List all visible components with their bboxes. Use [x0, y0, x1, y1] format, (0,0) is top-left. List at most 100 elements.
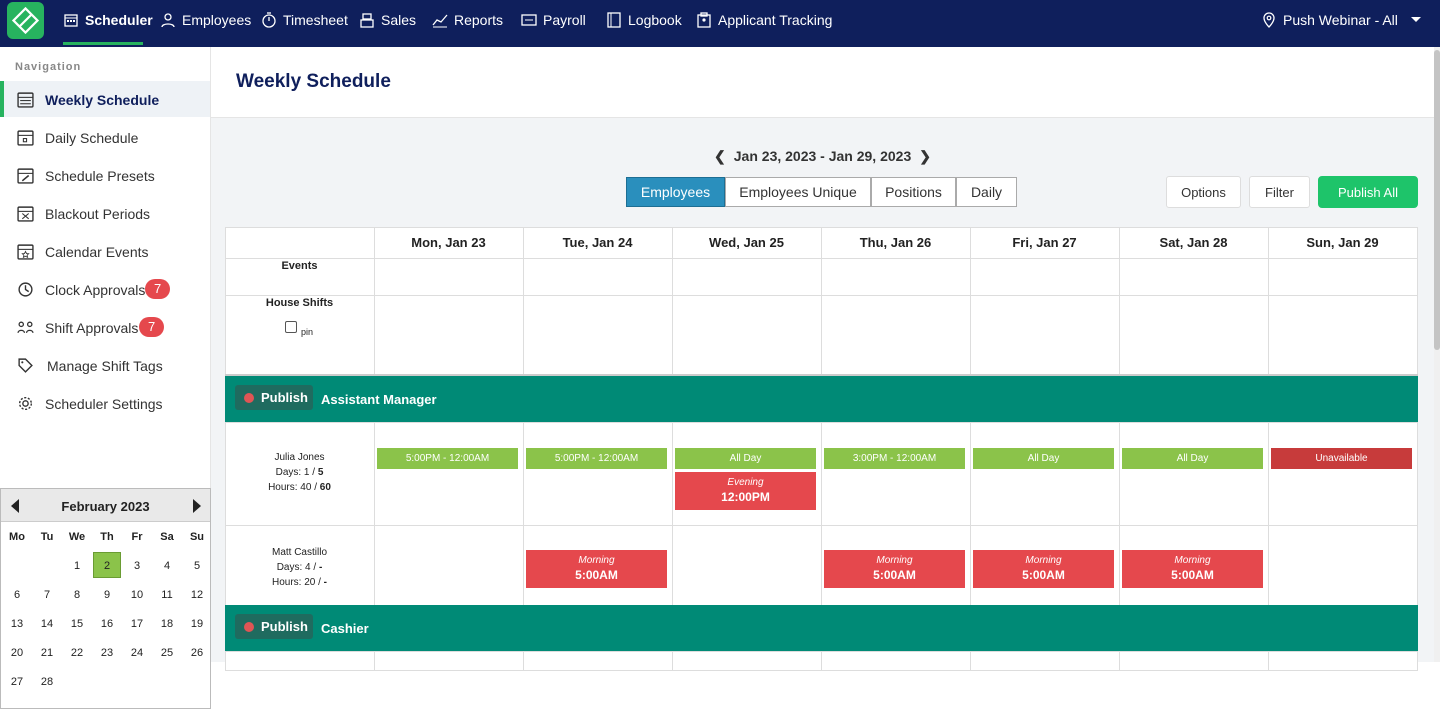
gear-icon — [18, 396, 33, 411]
calendar-day[interactable]: 7 — [32, 589, 62, 601]
view-tab-employees[interactable]: Employees — [626, 177, 725, 207]
options-button[interactable]: Options — [1166, 176, 1241, 208]
sidebar-item-clock-approvals[interactable]: Clock Approvals 7 — [0, 271, 210, 307]
nav-applicant-tracking[interactable]: Applicant Tracking — [696, 0, 832, 40]
calendar-day[interactable]: 16 — [92, 618, 122, 630]
calendar-day[interactable]: 14 — [32, 618, 62, 630]
shift-block[interactable]: Morning 5:00AM — [824, 550, 965, 588]
next-week-icon[interactable]: ❯ — [919, 148, 931, 165]
grid-cell[interactable] — [970, 295, 1120, 375]
sidebar-item-calendar-events[interactable]: Calendar Events — [0, 233, 210, 269]
calendar-day[interactable]: 26 — [182, 647, 212, 659]
nav-timesheet[interactable]: Timesheet — [261, 0, 348, 40]
grid-cell[interactable] — [821, 422, 971, 526]
calendar-day[interactable]: 25 — [152, 647, 182, 659]
calendar-day[interactable]: 24 — [122, 647, 152, 659]
grid-cell[interactable] — [672, 525, 822, 606]
view-tab-employees-unique[interactable]: Employees Unique — [725, 177, 871, 207]
calendar-day[interactable]: 9 — [92, 589, 122, 601]
grid-cell[interactable] — [970, 258, 1120, 296]
sidebar-item-blackout-periods[interactable]: Blackout Periods — [0, 195, 210, 231]
scrollbar-thumb[interactable] — [1434, 50, 1440, 350]
calendar-day[interactable]: 20 — [2, 647, 32, 659]
unavailable-block[interactable]: Unavailable — [1271, 448, 1412, 469]
grid-cell[interactable] — [1119, 422, 1269, 526]
grid-cell[interactable] — [672, 258, 822, 296]
calendar-day[interactable]: 28 — [32, 676, 62, 688]
calendar-day[interactable]: 11 — [152, 589, 182, 601]
calendar-day[interactable]: 19 — [182, 618, 212, 630]
grid-cell[interactable] — [374, 295, 524, 375]
pin-checkbox[interactable] — [285, 321, 297, 333]
location-selector[interactable]: Push Webinar - All — [1262, 0, 1422, 40]
next-month-button[interactable] — [193, 499, 201, 513]
sidebar-item-manage-shift-tags[interactable]: Manage Shift Tags — [0, 347, 210, 383]
calendar-day[interactable]: 13 — [2, 618, 32, 630]
calendar-day[interactable]: 10 — [122, 589, 152, 601]
grid-cell[interactable] — [1119, 258, 1269, 296]
calendar-day[interactable]: 8 — [62, 589, 92, 601]
view-tab-daily[interactable]: Daily — [956, 177, 1017, 207]
grid-cell[interactable] — [374, 525, 524, 606]
shift-block[interactable]: All Day — [675, 448, 816, 469]
view-tab-positions[interactable]: Positions — [871, 177, 956, 207]
grid-cell[interactable] — [821, 295, 971, 375]
shift-block[interactable]: All Day — [1122, 448, 1263, 469]
grid-cell[interactable] — [523, 258, 673, 296]
shift-block[interactable]: 5:00PM - 12:00AM — [526, 448, 667, 469]
nav-sales[interactable]: Sales — [359, 0, 416, 40]
calendar-day[interactable]: 12 — [182, 589, 212, 601]
calendar-day[interactable]: 15 — [62, 618, 92, 630]
calendar-day[interactable]: 17 — [122, 618, 152, 630]
calendar-day[interactable]: 23 — [92, 647, 122, 659]
shift-time: 5:00AM — [1171, 568, 1214, 582]
nav-payroll[interactable]: Payroll — [521, 0, 586, 40]
sidebar-item-weekly-schedule[interactable]: Weekly Schedule — [0, 81, 210, 117]
nav-employees[interactable]: Employees — [160, 0, 251, 40]
grid-cell[interactable] — [821, 258, 971, 296]
calendar-day[interactable]: 2 — [92, 560, 122, 572]
calendar-day[interactable]: 27 — [2, 676, 32, 688]
grid-cell[interactable] — [970, 422, 1120, 526]
calendar-day[interactable]: 5 — [182, 560, 212, 572]
grid-cell[interactable] — [1119, 295, 1269, 375]
employee-name[interactable]: Julia Jones — [225, 450, 374, 465]
publish-position-button[interactable]: Publish — [235, 385, 313, 410]
filter-button[interactable]: Filter — [1249, 176, 1310, 208]
grid-cell[interactable] — [672, 295, 822, 375]
publish-all-button[interactable]: Publish All — [1318, 176, 1418, 208]
nav-reports[interactable]: Reports — [432, 0, 503, 40]
calendar-day[interactable]: 18 — [152, 618, 182, 630]
grid-cell[interactable] — [1268, 525, 1418, 606]
shift-block[interactable]: Morning 5:00AM — [973, 550, 1114, 588]
shift-block[interactable]: 3:00PM - 12:00AM — [824, 448, 965, 469]
calendar-day[interactable]: 21 — [32, 647, 62, 659]
calendar-day[interactable]: 1 — [62, 560, 92, 572]
grid-cell[interactable] — [374, 258, 524, 296]
calendar-day[interactable]: 6 — [2, 589, 32, 601]
shift-block[interactable]: Morning 5:00AM — [526, 550, 667, 588]
employee-name[interactable]: Matt Castillo — [225, 545, 374, 560]
grid-cell[interactable] — [523, 422, 673, 526]
sidebar-item-shift-approvals[interactable]: Shift Approvals 7 — [0, 309, 210, 345]
sidebar-item-scheduler-settings[interactable]: Scheduler Settings — [0, 385, 210, 421]
grid-cell[interactable] — [374, 422, 524, 526]
sidebar-item-daily-schedule[interactable]: Daily Schedule — [0, 119, 210, 155]
shift-block[interactable]: Evening 12:00PM — [675, 472, 816, 510]
grid-cell[interactable] — [523, 295, 673, 375]
publish-position-button[interactable]: Publish — [235, 614, 313, 639]
grid-cell[interactable] — [1268, 422, 1418, 526]
sidebar-item-schedule-presets[interactable]: Schedule Presets — [0, 157, 210, 193]
grid-cell[interactable] — [1268, 258, 1418, 296]
calendar-day[interactable]: 3 — [122, 560, 152, 572]
calendar-day[interactable]: 4 — [152, 560, 182, 572]
nav-logbook[interactable]: Logbook — [606, 0, 682, 40]
shift-block[interactable]: Morning 5:00AM — [1122, 550, 1263, 588]
shift-block[interactable]: 5:00PM - 12:00AM — [377, 448, 518, 469]
grid-cell[interactable] — [1268, 295, 1418, 375]
shift-block[interactable]: All Day — [973, 448, 1114, 469]
nav-scheduler[interactable]: Scheduler — [63, 0, 153, 40]
app-logo[interactable] — [7, 2, 44, 39]
prev-week-icon[interactable]: ❮ — [714, 148, 726, 165]
calendar-day[interactable]: 22 — [62, 647, 92, 659]
